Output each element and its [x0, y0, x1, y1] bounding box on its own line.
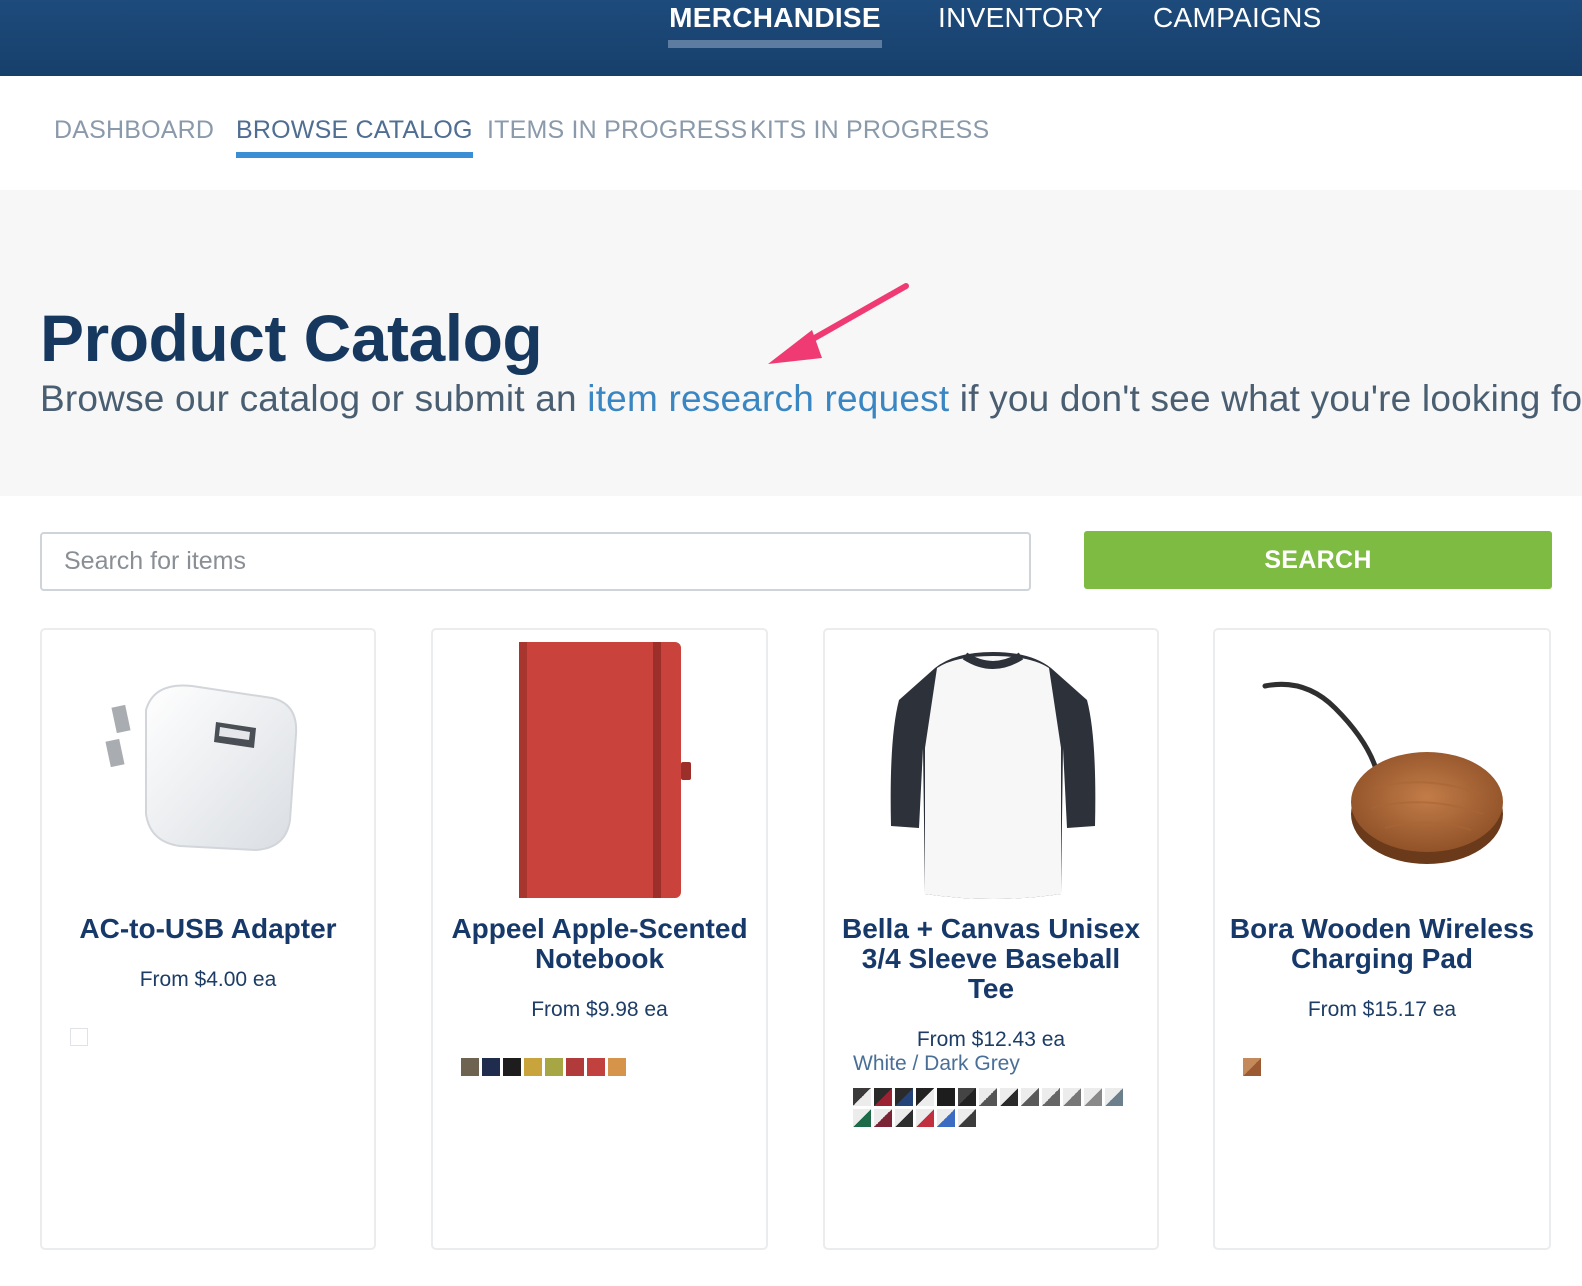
product-name: Bella + Canvas Unisex 3/4 Sleeve Basebal… — [841, 913, 1141, 1004]
color-swatch[interactable] — [587, 1058, 605, 1076]
color-swatch[interactable] — [566, 1058, 584, 1076]
color-swatch[interactable] — [503, 1058, 521, 1076]
product-name: AC-to-USB Adapter — [79, 913, 337, 944]
product-card-appeel-notebook[interactable]: Appeel Apple-Scented Notebook From $9.98… — [431, 628, 768, 1250]
color-swatch[interactable] — [916, 1088, 934, 1106]
product-name: Bora Wooden Wireless Charging Pad — [1229, 913, 1535, 974]
item-research-request-link[interactable]: item research request — [587, 378, 949, 419]
color-swatch[interactable] — [937, 1088, 955, 1106]
product-price: From $15.17 ea — [1307, 998, 1457, 1021]
color-swatches — [70, 1028, 360, 1046]
color-swatch[interactable] — [1021, 1088, 1039, 1106]
subtitle-text-before: Browse our catalog or submit an — [40, 378, 588, 419]
color-swatch[interactable] — [874, 1109, 892, 1127]
product-card-bora-charging-pad[interactable]: Bora Wooden Wireless Charging Pad From $… — [1213, 628, 1551, 1250]
product-card-baseball-tee[interactable]: Bella + Canvas Unisex 3/4 Sleeve Basebal… — [823, 628, 1159, 1250]
color-swatch[interactable] — [524, 1058, 542, 1076]
color-swatch[interactable] — [853, 1088, 871, 1106]
page-title: Product Catalog — [40, 301, 543, 375]
usb-adapter-image — [105, 684, 298, 852]
color-swatch[interactable] — [895, 1088, 913, 1106]
color-swatch[interactable] — [853, 1109, 871, 1127]
product-name: Appeel Apple-Scented Notebook — [451, 913, 748, 974]
sub-nav-browse-catalog[interactable]: BROWSE CATALOG — [236, 116, 473, 158]
charging-pad-image — [1262, 681, 1503, 864]
product-price: From $4.00 ea — [139, 968, 277, 991]
sub-nav-browse-catalog-label: BROWSE CATALOG — [236, 116, 473, 144]
top-nav-merchandise-label: MERCHANDISE — [669, 2, 881, 33]
color-swatches — [853, 1088, 1137, 1127]
color-swatch[interactable] — [608, 1058, 626, 1076]
top-nav-inventory[interactable]: INVENTORY — [938, 0, 1103, 76]
subtitle-text-after: if you don't see what you're looking for — [949, 378, 1582, 419]
color-swatch[interactable] — [545, 1058, 563, 1076]
product-card-ac-usb-adapter[interactable]: AC-to-USB Adapter From $4.00 ea — [40, 628, 376, 1250]
top-nav-campaigns-label: CAMPAIGNS — [1153, 2, 1322, 33]
top-nav-campaigns[interactable]: CAMPAIGNS — [1153, 0, 1322, 76]
color-swatch[interactable] — [1042, 1088, 1060, 1106]
top-nav-active-indicator — [668, 40, 882, 48]
top-nav-bar: MERCHANDISE INVENTORY CAMPAIGNS — [0, 0, 1582, 76]
color-swatches — [1243, 1058, 1533, 1076]
sub-nav-items-in-progress-label: ITEMS IN PROGRESS — [487, 116, 748, 144]
color-swatch[interactable] — [1105, 1088, 1123, 1106]
color-swatches — [461, 1058, 751, 1076]
color-swatch[interactable] — [482, 1058, 500, 1076]
baseball-tee-image — [890, 652, 1096, 899]
color-swatch[interactable] — [70, 1028, 88, 1046]
sub-nav-kits-in-progress-label: KITS IN PROGRESS — [750, 116, 990, 144]
color-swatch[interactable] — [895, 1109, 913, 1127]
top-nav-inventory-label: INVENTORY — [938, 2, 1104, 33]
sub-nav-dashboard[interactable]: DASHBOARD — [54, 116, 214, 145]
color-swatch[interactable] — [1084, 1088, 1102, 1106]
page-subtitle: Browse our catalog or submit an item res… — [40, 378, 1582, 420]
sub-nav-dashboard-label: DASHBOARD — [54, 116, 215, 144]
sub-nav-items-in-progress[interactable]: ITEMS IN PROGRESS — [487, 116, 747, 145]
sub-nav-active-indicator — [236, 152, 473, 158]
annotation-arrow-icon — [768, 283, 909, 364]
notebook-image — [519, 642, 691, 898]
color-swatch[interactable] — [1243, 1058, 1261, 1076]
search-button[interactable]: SEARCH — [1084, 531, 1552, 589]
selected-color-label: White / Dark Grey — [853, 1052, 1020, 1075]
color-swatch[interactable] — [958, 1109, 976, 1127]
color-swatch[interactable] — [937, 1109, 955, 1127]
color-swatch[interactable] — [916, 1109, 934, 1127]
color-swatch[interactable] — [958, 1088, 976, 1106]
color-swatch[interactable] — [979, 1088, 997, 1106]
color-swatch[interactable] — [1063, 1088, 1081, 1106]
top-nav-merchandise[interactable]: MERCHANDISE — [668, 0, 882, 76]
color-swatch[interactable] — [461, 1058, 479, 1076]
product-price: From $12.43 ea — [916, 1028, 1066, 1051]
product-price: From $9.98 ea — [531, 998, 668, 1021]
color-swatch[interactable] — [874, 1088, 892, 1106]
color-swatch[interactable] — [1000, 1088, 1018, 1106]
sub-nav-bar: DASHBOARD BROWSE CATALOG ITEMS IN PROGRE… — [0, 76, 1582, 190]
sub-nav-kits-in-progress[interactable]: KITS IN PROGRESS — [750, 116, 989, 145]
search-input[interactable] — [40, 532, 1031, 591]
